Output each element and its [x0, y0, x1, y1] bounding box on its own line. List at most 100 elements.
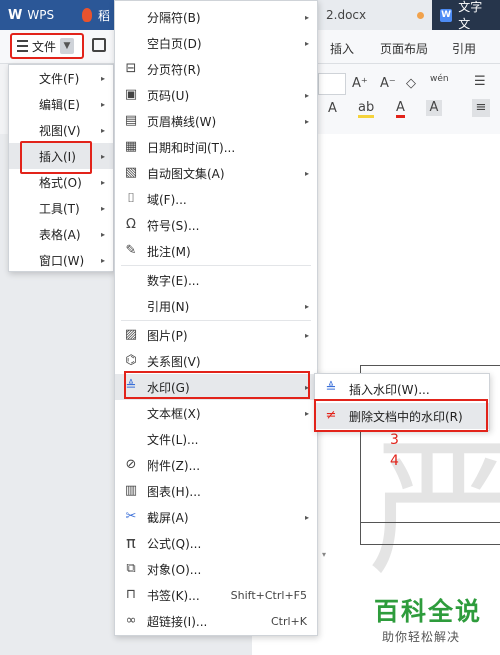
submenu-arrow-icon: ▸ [304, 408, 309, 418]
menu-item-page-break[interactable]: ⊟ 分页符(R) [115, 56, 317, 82]
font-size-select[interactable] [318, 73, 346, 95]
menu-item-label: 日期和时间(T)... [147, 140, 236, 155]
wps-logo-icon: W [8, 7, 22, 23]
menu-item-label: 引用(N) [147, 299, 190, 314]
step-annotation-3: 3 [390, 432, 399, 448]
submenu-arrow-icon: ▸ [304, 330, 309, 340]
menu-item-object[interactable]: ⧉ 对象(O)... [115, 556, 317, 582]
menu-item-edit[interactable]: 编辑(E) ▸ [9, 91, 113, 117]
menu-item-view[interactable]: 视图(V) ▸ [9, 117, 113, 143]
menu-item-page-number[interactable]: ▣ 页码(U) ▸ [115, 82, 317, 108]
ribbon-tab-layout[interactable]: 页面布局 [380, 40, 428, 57]
tab-wps[interactable]: W WPS [0, 0, 74, 30]
pinyin-icon[interactable]: wén [430, 74, 449, 84]
tab-document-2[interactable]: 稻 [74, 0, 118, 30]
menu-item-tools[interactable]: 工具(T) ▸ [9, 195, 113, 221]
tab-text-document-label: 文字文 [458, 0, 483, 31]
menu-item-label: 视图(V) [39, 123, 81, 138]
menu-item-shortcut: Ctrl+K [270, 614, 307, 628]
menu-item-blank-page[interactable]: 空白页(D) ▸ [115, 30, 317, 56]
comment-icon: ✎ [125, 243, 137, 258]
menu-item-hyperlink[interactable]: ∞ 超链接(I)... Ctrl+K [115, 608, 317, 634]
insert-submenu: 分隔符(B) ▸ 空白页(D) ▸ ⊟ 分页符(R) ▣ 页码(U) ▸ ▤ 页眉横线(W)… [114, 0, 318, 636]
menu-item-screenshot[interactable]: ✂ 截屏(A) ▸ [115, 504, 317, 530]
menu-item-symbol[interactable]: Ω 符号(S)... [115, 212, 317, 238]
autotext-icon: ▧ [124, 165, 138, 180]
menu-separator [121, 320, 311, 321]
bookmark-icon: ⊓ [125, 587, 137, 602]
menu-item-bookmark[interactable]: ⊓ 书签(K)... Shift+Ctrl+F5 [115, 582, 317, 608]
menu-item-label: 页码(U) [147, 88, 190, 103]
align-left-icon[interactable]: ≡ [472, 99, 490, 117]
menu-item-label: 表格(A) [39, 227, 81, 242]
screenshot-icon: ✂ [125, 509, 137, 524]
menu-item-window[interactable]: 窗口(W) ▸ [9, 247, 113, 273]
submenu-arrow-icon: ▸ [304, 168, 309, 178]
hyperlink-icon: ∞ [125, 613, 137, 628]
tab-wps-label: WPS [27, 8, 55, 22]
menu-item-field[interactable]: ⌷ 域(F)... [115, 186, 317, 212]
scroll-down-icon[interactable]: ▾ [322, 550, 326, 559]
menu-item-label: 文件(L)... [147, 432, 199, 447]
text-effect-icon[interactable]: A [328, 101, 337, 116]
page-break-icon: ⊟ [125, 61, 137, 76]
menu-item-label: 页眉横线(W) [147, 114, 217, 129]
highlight-icon[interactable]: ab [358, 101, 375, 118]
submenu-arrow-icon: ▸ [100, 125, 105, 135]
submenu-arrow-icon: ▸ [304, 38, 309, 48]
menu-item-file[interactable]: 文件(F) ▸ [9, 65, 113, 91]
clear-format-icon[interactable]: ◇ [406, 76, 416, 91]
menu-item-autotext[interactable]: ▧ 自动图文集(A) ▸ [115, 160, 317, 186]
submenu-arrow-icon: ▸ [100, 203, 105, 213]
insert-watermark-icon: ≜ [325, 381, 337, 396]
brand-logo: 百科全说 [374, 597, 483, 626]
menu-item-picture[interactable]: ▨ 图片(P) ▸ [115, 322, 317, 348]
submenu-arrow-icon: ▸ [100, 229, 105, 239]
list-icon[interactable]: ☰ [474, 74, 486, 89]
menu-item-header-line[interactable]: ▤ 页眉横线(W) ▸ [115, 108, 317, 134]
menu-item-attachment[interactable]: ⊘ 附件(Z)... [115, 452, 317, 478]
file-menu-button[interactable]: 文件 ▼ [10, 33, 84, 59]
hamburger-icon [17, 40, 28, 52]
font-color-icon[interactable]: A [396, 101, 405, 118]
menu-item-label: 公式(Q)... [147, 536, 202, 551]
formula-icon: π [126, 533, 136, 552]
menu-item-textbox[interactable]: 文本框(X) ▸ [115, 400, 317, 426]
menu-item-comment[interactable]: ✎ 批注(M) [115, 238, 317, 264]
menu-item-reference[interactable]: 引用(N) ▸ [115, 293, 317, 319]
save-icon[interactable] [92, 38, 106, 52]
calendar-icon: ▦ [124, 139, 138, 154]
menu-item-file[interactable]: 文件(L)... [115, 426, 317, 452]
menu-item-formula[interactable]: π 公式(Q)... [115, 530, 317, 556]
menu-item-shortcut: Shift+Ctrl+F5 [230, 588, 307, 602]
tab-text-document[interactable]: W 文字文 [432, 0, 500, 31]
watermark-highlight-box [124, 371, 310, 399]
menu-item-label: 工具(T) [39, 201, 80, 216]
submenu-arrow-icon: ▸ [100, 99, 105, 109]
shrink-font-icon[interactable]: A⁻ [380, 76, 396, 91]
menu-item-label: 数字(E)... [147, 273, 200, 288]
menu-item-date-time[interactable]: ▦ 日期和时间(T)... [115, 134, 317, 160]
menu-item-label: 编辑(E) [39, 97, 80, 112]
remove-watermark-highlight-box [314, 399, 488, 432]
menu-item-label: 分隔符(B) [147, 10, 201, 25]
menu-item-label: 对象(O)... [147, 562, 202, 577]
menu-item-label: 文件(F) [39, 71, 80, 86]
word-doc-icon: W [440, 8, 453, 22]
menu-item-separator[interactable]: 分隔符(B) ▸ [115, 4, 317, 30]
tab-current-document[interactable]: 2.docx [318, 0, 432, 30]
menu-item-label: 插入水印(W)... [349, 382, 430, 397]
submenu-arrow-icon: ▸ [100, 177, 105, 187]
grow-font-icon[interactable]: A⁺ [352, 76, 368, 91]
chevron-down-icon[interactable]: ▼ [60, 38, 75, 54]
ribbon-tab-references[interactable]: 引用 [452, 40, 476, 57]
submenu-arrow-icon: ▸ [100, 73, 105, 83]
menu-item-chart[interactable]: ▥ 图表(H)... [115, 478, 317, 504]
menu-item-number[interactable]: 数字(E)... [115, 267, 317, 293]
char-shading-icon[interactable]: A [426, 100, 442, 116]
insert-highlight-box [20, 141, 92, 174]
step-annotation-4: 4 [390, 453, 399, 469]
menu-item-label: 格式(O) [39, 175, 82, 190]
menu-item-table[interactable]: 表格(A) ▸ [9, 221, 113, 247]
ribbon-tab-insert[interactable]: 插入 [330, 40, 354, 57]
